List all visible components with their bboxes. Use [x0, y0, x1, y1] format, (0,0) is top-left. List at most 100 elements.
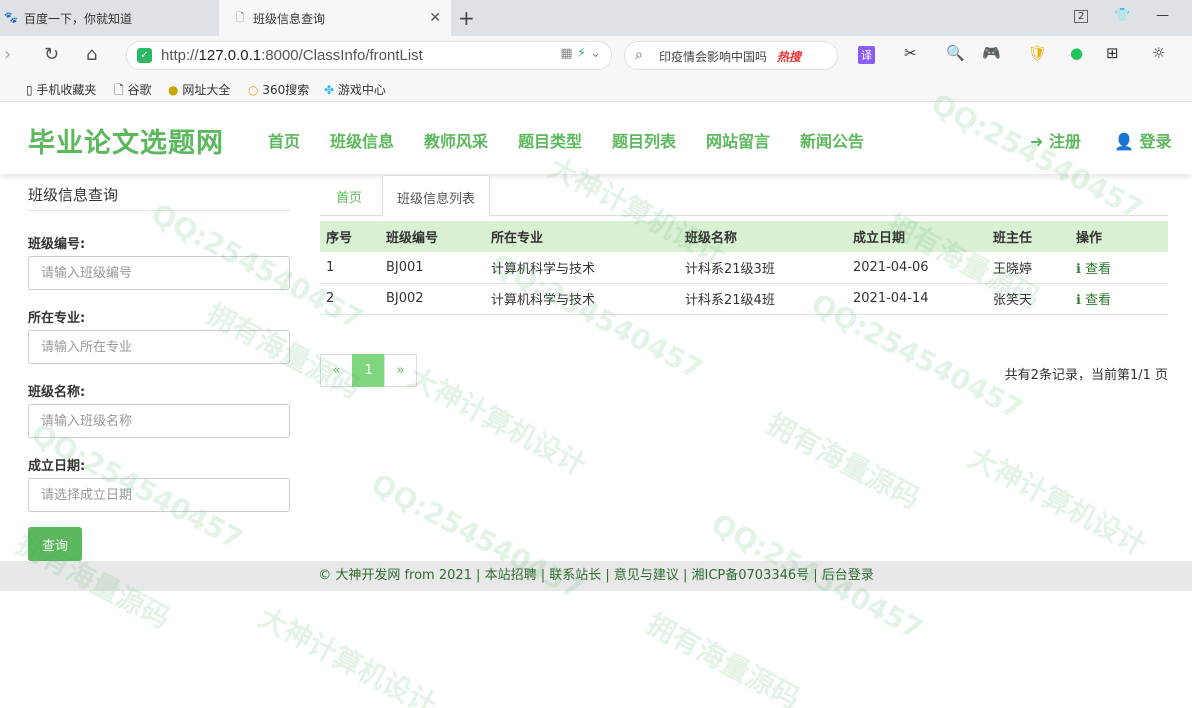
cell-action: ℹ 查看: [1070, 252, 1168, 284]
cell-teacher: 王晓婷: [987, 252, 1070, 284]
browser-tab-label: 百度一下，你就知道: [24, 11, 133, 26]
bookmark-google[interactable]: 🗋 谷歌: [114, 81, 151, 102]
nav-messages[interactable]: 网站留言: [706, 128, 770, 152]
hot-search-badge: 热搜: [776, 50, 801, 64]
nav-class-info[interactable]: 班级信息: [330, 128, 394, 152]
user-icon: 👤: [1114, 132, 1134, 151]
tab-count-badge[interactable]: 2: [1074, 10, 1089, 23]
home-icon[interactable]: ⌂: [86, 44, 97, 65]
coin-shield-icon[interactable]: 🛡: [1028, 44, 1047, 62]
col-teacher: 班主任: [987, 221, 1070, 252]
magnifier-icon[interactable]: 🔍: [946, 44, 965, 62]
watermark: 大神计算机设计: [403, 360, 592, 482]
cell-class-name: 计科系21级4班: [679, 283, 847, 315]
col-founded-date: 成立日期: [847, 221, 987, 252]
browser-tab-label: 班级信息查询: [253, 11, 326, 26]
sign-in-icon: ➜: [1030, 132, 1044, 151]
prev-page-button[interactable]: «: [320, 354, 353, 387]
bookmark-mobile[interactable]: ▯ 手机收藏夹: [26, 81, 96, 98]
scissors-icon[interactable]: ✂: [904, 44, 917, 62]
sidebar-title: 班级信息查询: [28, 186, 119, 204]
browser-tab-bar: 🐾 百度一下，你就知道 🗋 班级信息查询 ✕ + 2 👕 —: [0, 0, 1192, 36]
page-info: 共有2条记录，当前第1/1 页: [1004, 368, 1168, 383]
shirt-icon[interactable]: 👕: [1114, 8, 1130, 23]
content-tabs: 首页 班级信息列表: [320, 175, 1168, 217]
shield-icon: ✓: [137, 48, 152, 63]
class-code-label: 班级编号:: [28, 237, 86, 252]
cell-index: 2: [320, 283, 380, 315]
url-text[interactable]: http://127.0.0.1:8000/ClassInfo/frontLis…: [161, 47, 423, 64]
table-row: 2 BJ002 计算机科学与技术 计科系21级4班 2021-04-14 张笑天…: [320, 283, 1168, 315]
minimize-icon[interactable]: —: [1156, 8, 1169, 23]
tab-class-list[interactable]: 班级信息列表: [382, 175, 491, 217]
page-icon: 🗋: [235, 11, 245, 24]
gamepad-icon[interactable]: 🎮: [982, 44, 1001, 62]
register-link[interactable]: ➜ 注册: [1030, 128, 1081, 152]
class-name-label: 班级名称:: [28, 385, 86, 400]
bookmark-hao[interactable]: ● 网址大全: [168, 81, 230, 98]
tab-home[interactable]: 首页: [322, 175, 376, 216]
col-major: 所在专业: [485, 221, 679, 252]
info-icon: ℹ: [1076, 293, 1081, 308]
class-name-input[interactable]: [28, 404, 290, 438]
cell-index: 1: [320, 252, 380, 284]
forward-icon[interactable]: ›: [4, 44, 11, 65]
cell-founded-date: 2021-04-14: [847, 283, 987, 315]
class-code-input[interactable]: [28, 256, 290, 290]
new-tab-plus-icon[interactable]: +: [458, 6, 475, 30]
page: 🐾 百度一下，你就知道 🗋 班级信息查询 ✕ + 2 👕 — › ↻ ⌂ ✓ h…: [0, 0, 1192, 708]
major-input[interactable]: [28, 330, 290, 364]
baidu-paw-icon: 🐾: [4, 11, 18, 24]
url-tools-icon[interactable]: ▦ ⚡ ⌄: [560, 46, 601, 61]
cell-founded-date: 2021-04-06: [847, 252, 987, 284]
watermark: 大神计算机设计: [253, 600, 442, 708]
reload-icon[interactable]: ↻: [44, 44, 59, 65]
cell-class-name: 计科系21级3班: [679, 252, 847, 284]
cell-action: ℹ 查看: [1070, 283, 1168, 315]
divider: [28, 210, 290, 211]
nav-topic-list[interactable]: 题目列表: [612, 128, 676, 152]
class-info-table: 序号 班级编号 所在专业 班级名称 成立日期 班主任 操作 1 BJ001 计算…: [320, 221, 1168, 315]
browser-search-box[interactable]: ⌕ 印疫情会影响中国吗 热搜: [624, 41, 838, 70]
translate-icon[interactable]: 译: [858, 46, 875, 64]
founded-date-input[interactable]: [28, 478, 290, 512]
nav-home[interactable]: 首页: [268, 128, 300, 152]
table-header-row: 序号 班级编号 所在专业 班级名称 成立日期 班主任 操作: [320, 221, 1168, 252]
brightness-icon[interactable]: ☼: [1152, 44, 1165, 62]
browser-tab-baidu[interactable]: 🐾 百度一下，你就知道: [0, 0, 218, 36]
cell-major: 计算机科学与技术: [485, 283, 679, 315]
nav-topic-types[interactable]: 题目类型: [518, 128, 582, 152]
nav-teachers[interactable]: 教师风采: [424, 128, 488, 152]
green-circle-icon[interactable]: ●: [1070, 44, 1083, 62]
site-logo[interactable]: 毕业论文选题网: [28, 121, 224, 160]
cell-major: 计算机科学与技术: [485, 252, 679, 284]
browser-nav-bar: › ↻ ⌂ ✓ http://127.0.0.1:8000/ClassInfo/…: [0, 36, 1192, 76]
current-page-button[interactable]: 1: [352, 354, 385, 387]
site-footer: © 大神开发网 from 2021 | 本站招聘 | 联系站长 | 意见与建议 …: [0, 561, 1192, 591]
col-class-code: 班级编号: [380, 221, 485, 252]
watermark: 大神计算机设计: [963, 440, 1152, 562]
login-link[interactable]: 👤 登录: [1114, 128, 1172, 152]
view-link[interactable]: ℹ 查看: [1076, 293, 1111, 308]
bookmark-360[interactable]: ○ 360搜索: [248, 81, 309, 98]
query-button[interactable]: 查询: [28, 527, 82, 561]
cell-teacher: 张笑天: [987, 283, 1070, 315]
view-link[interactable]: ℹ 查看: [1076, 262, 1111, 277]
search-text: 印疫情会影响中国吗: [659, 50, 768, 64]
pagination: « 1 »: [320, 354, 417, 387]
next-page-button[interactable]: »: [384, 354, 417, 387]
table-row: 1 BJ001 计算机科学与技术 计科系21级3班 2021-04-06 王晓婷…: [320, 252, 1168, 284]
watermark: 拥有海量源码: [641, 607, 806, 708]
info-icon: ℹ: [1076, 261, 1081, 277]
cell-class-code: BJ002: [380, 283, 485, 315]
col-index: 序号: [320, 221, 380, 252]
watermark: 拥有海量源码: [761, 407, 926, 516]
search-icon: ⌕: [635, 47, 643, 63]
close-icon[interactable]: ✕: [429, 10, 441, 26]
bookmark-games[interactable]: ✤ 游戏中心: [324, 81, 386, 98]
browser-tab-active[interactable]: 🗋 班级信息查询 ✕: [219, 0, 451, 36]
bookmarks-bar: ▯ 手机收藏夹 🗋 谷歌 ● 网址大全 ○ 360搜索 ✤ 游戏中心: [0, 76, 1192, 102]
address-bar[interactable]: ✓ http://127.0.0.1:8000/ClassInfo/frontL…: [126, 41, 612, 70]
grid-apps-icon[interactable]: ⊞: [1106, 44, 1119, 62]
nav-news[interactable]: 新闻公告: [800, 128, 864, 152]
